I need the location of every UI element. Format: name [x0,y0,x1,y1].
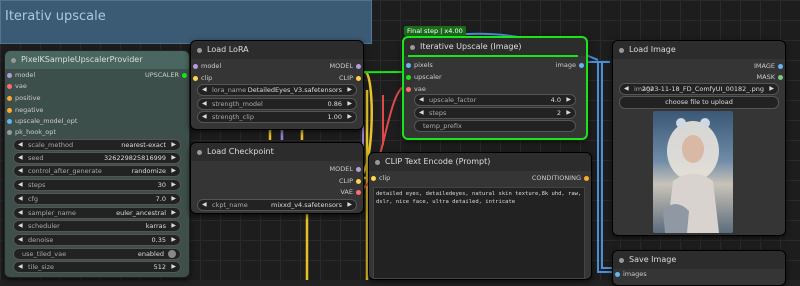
iterative-input-vae[interactable]: vae [406,84,426,94]
widget-scale-method[interactable]: ◀ scale_method nearest-exact ▶ [13,139,181,151]
iterative-output-image[interactable]: image [556,60,584,70]
widget-iter-steps[interactable]: ◀ steps 2 ▶ [414,107,576,119]
checkpoint-output-vae[interactable]: VAE [340,187,361,197]
saveimage-title[interactable]: Save Image [613,251,785,269]
iterative-title[interactable]: Iterative Upscale (Image) [404,38,586,56]
cliptext-input-clip[interactable]: clip [371,173,390,183]
widget-use-tiled-vae[interactable]: use_tiled_vae enabled [13,248,181,260]
widget-cfg[interactable]: ◀ cfg 7.0 ▶ [13,193,181,205]
upload-button[interactable]: choose file to upload [619,96,779,109]
wire-image-to-save [597,62,612,273]
widget-lora-name[interactable]: ◀ lora_name DetailedEyes_V3.safetensors ▶ [197,84,357,96]
widget-strength-clip[interactable]: ◀ strength_clip 1.00 ▶ [197,111,357,123]
widget-temp-prefix[interactable]: temp_prefix [414,120,576,132]
widget-strength-model[interactable]: ◀ strength_model 0.86 ▶ [197,98,357,110]
load-image-node[interactable]: Load Image IMAGE MASK ◀ image 2023-11-18_F… [612,40,786,236]
save-image-node[interactable]: Save Image images [612,250,786,286]
lora-output-model[interactable]: MODEL [330,61,361,71]
loadimage-output-mask[interactable]: MASK [757,72,783,82]
pixelk-output-upscaler[interactable]: UPSCALER [145,70,187,80]
iterative-input-upscaler[interactable]: upscaler [406,72,442,82]
load-lora-node[interactable]: Load LoRA model clip MODEL CLIP ◀ lora_na… [190,40,364,130]
widget-ckpt-name[interactable]: ◀ ckpt_name mixxd_v4.safetensors ▶ [197,199,357,211]
pixelk-input-pk-hook[interactable]: pk_hook_opt [7,127,56,137]
pixelk-input-negative[interactable]: negative [7,105,43,115]
toggle-knob [168,250,176,258]
prompt-textarea[interactable]: detailed eyes, detailedeyes, natural ski… [373,187,585,279]
widget-steps[interactable]: ◀ steps 30 ▶ [13,179,181,191]
pixelk-input-upscale-model[interactable]: upscale_model_opt [7,116,77,126]
cliptext-title[interactable]: CLIP Text Encode (Prompt) [369,153,591,171]
loadimage-title[interactable]: Load Image [613,41,785,59]
iterative-upscale-node[interactable]: Iterative Upscale (Image) pixels upscale… [402,36,588,140]
saveimage-input-images[interactable]: images [615,269,647,279]
lora-input-clip[interactable]: clip [193,73,212,83]
lora-input-model[interactable]: model [193,61,221,71]
iterative-badge: Final step | x4.00 [404,26,466,36]
iterative-progress [408,55,578,57]
lora-output-clip[interactable]: CLIP [339,73,361,83]
pixelk-input-vae[interactable]: vae [7,81,27,91]
widget-scheduler[interactable]: ◀ scheduler karras ▶ [13,220,181,232]
pixelk-input-model[interactable]: model [7,70,35,80]
widget-upscale-factor[interactable]: ◀ upscale_factor 4.0 ▶ [414,94,576,106]
load-checkpoint-node[interactable]: Load Checkpoint MODEL CLIP VAE ◀ ckpt_nam… [190,142,364,214]
checkpoint-output-model[interactable]: MODEL [330,164,361,174]
widget-seed[interactable]: ◀ seed 326229825816999 ▶ [13,152,181,164]
widget-denoise[interactable]: ◀ denoise 0.35 ▶ [13,234,181,246]
pixelk-node[interactable]: PixelKSampleUpscalerProvider model vae p… [4,50,190,278]
pixelk-input-positive[interactable]: positive [7,93,41,103]
wire-image-to-save-2 [601,62,612,269]
preview-figure [663,118,719,233]
lora-title[interactable]: Load LoRA [191,41,363,59]
widget-control-after-generate[interactable]: ◀ control_after_generate randomize ▶ [13,165,181,177]
checkpoint-title[interactable]: Load Checkpoint [191,143,363,161]
loadimage-output-image[interactable]: IMAGE [754,61,783,71]
widget-sampler-name[interactable]: ◀ sampler_name euler_ancestral ▶ [13,207,181,219]
cliptext-output-conditioning[interactable]: CONDITIONING [532,173,589,183]
clip-text-encode-node[interactable]: CLIP Text Encode (Prompt) clip CONDITION… [368,152,592,280]
iterative-input-pixels[interactable]: pixels [406,60,433,70]
pixelk-title[interactable]: PixelKSampleUpscalerProvider [5,51,189,69]
widget-tile-size[interactable]: ◀ tile_size 512 ▶ [13,261,181,273]
checkpoint-output-clip[interactable]: CLIP [339,176,361,186]
widget-image-select[interactable]: ◀ image 2023-11-18_FD_ComfyUI_00182_.png ▶ [619,83,779,95]
preview-image [653,111,733,233]
